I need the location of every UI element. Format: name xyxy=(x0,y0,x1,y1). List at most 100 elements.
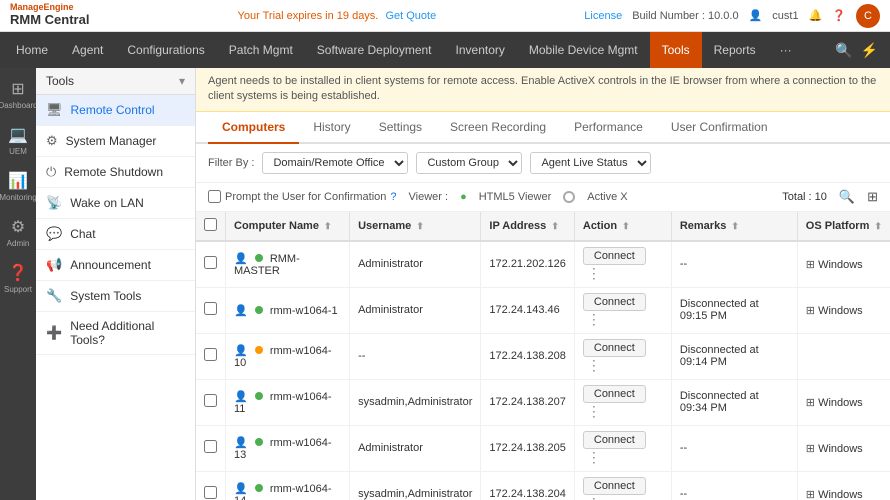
prompt-checkbox-label[interactable]: Prompt the User for Confirmation ? xyxy=(208,190,397,203)
connect-button-4[interactable]: Connect xyxy=(583,431,646,449)
connect-button-1[interactable]: Connect xyxy=(583,293,646,311)
bell-icon[interactable]: 🔔 xyxy=(809,9,823,22)
nav-search-icon[interactable]: 🔍 xyxy=(835,42,852,59)
nav-mobile-device-mgmt[interactable]: Mobile Device Mgmt xyxy=(517,32,650,68)
row-os-1: ⊞ Windows xyxy=(797,287,890,333)
nav-tools[interactable]: Tools xyxy=(650,32,702,68)
row-checkbox-0[interactable] xyxy=(204,256,217,269)
more-options-1[interactable]: ⋮ xyxy=(583,311,605,327)
tab-screen-recording[interactable]: Screen Recording xyxy=(436,112,560,144)
row-checkbox-1[interactable] xyxy=(204,302,217,315)
sort-computer-name[interactable]: ⬆ xyxy=(324,221,332,231)
row-os-4: ⊞ Windows xyxy=(797,425,890,471)
connect-button-0[interactable]: Connect xyxy=(583,247,646,265)
sort-ip[interactable]: ⬆ xyxy=(551,221,559,231)
system-manager-icon: ⚙ xyxy=(46,133,58,149)
sort-remarks[interactable]: ⬆ xyxy=(731,221,739,231)
row-checkbox-4[interactable] xyxy=(204,440,217,453)
nav-more[interactable]: ··· xyxy=(768,32,804,68)
nav-configurations[interactable]: Configurations xyxy=(115,32,216,68)
activex-label: Active X xyxy=(587,191,627,203)
row-action-0: Connect ⋮ xyxy=(574,241,671,288)
os-icon-3: ⊞ xyxy=(806,397,815,409)
html5-viewer-option[interactable]: HTML5 Viewer xyxy=(479,191,552,203)
prompt-help-icon[interactable]: ? xyxy=(390,191,396,203)
status-dot-3 xyxy=(255,392,263,400)
row-checkbox-cell xyxy=(196,333,226,379)
license-link[interactable]: License xyxy=(584,10,622,22)
custom-group-select[interactable]: Custom Group xyxy=(416,152,522,174)
connect-button-2[interactable]: Connect xyxy=(583,339,646,357)
tab-performance[interactable]: Performance xyxy=(560,112,657,144)
sidebar-item-support[interactable]: ❓ Support xyxy=(0,256,36,300)
row-computer-name: 👤 rmm-w1064-10 xyxy=(226,333,350,379)
domain-filter-select[interactable]: Domain/Remote Office xyxy=(262,152,408,174)
agent-status-select[interactable]: Agent Live Status xyxy=(530,152,651,174)
tool-remote-control[interactable]: 🖥 Remote Control xyxy=(36,95,195,126)
table-grid-icon[interactable]: ⊞ xyxy=(867,189,878,205)
more-options-5[interactable]: ⋮ xyxy=(583,495,605,500)
prompt-checkbox[interactable] xyxy=(208,190,221,203)
connect-button-5[interactable]: Connect xyxy=(583,477,646,495)
sort-os[interactable]: ⬆ xyxy=(874,221,882,231)
sidebar-item-admin[interactable]: ⚙ Admin xyxy=(0,210,36,254)
table-search-icon[interactable]: 🔍 xyxy=(839,189,855,205)
viewer-bar: Prompt the User for Confirmation ? Viewe… xyxy=(196,183,890,212)
activex-radio[interactable] xyxy=(563,191,575,203)
nav-agent[interactable]: Agent xyxy=(60,32,115,68)
user-icon-5: 👤 xyxy=(234,483,248,495)
row-computer-name: 👤 RMM-MASTER xyxy=(226,241,350,288)
th-os-platform: OS Platform ⬆ xyxy=(797,212,890,241)
row-ip-4: 172.24.138.205 xyxy=(481,425,574,471)
th-username: Username ⬆ xyxy=(350,212,481,241)
tool-remote-shutdown[interactable]: ⏻ Remote Shutdown xyxy=(36,157,195,188)
wake-on-lan-icon: 📡 xyxy=(46,195,62,211)
tab-computers[interactable]: Computers xyxy=(208,112,299,144)
more-options-2[interactable]: ⋮ xyxy=(583,357,605,373)
tool-wake-on-lan[interactable]: 📡 Wake on LAN xyxy=(36,188,195,219)
select-all-checkbox[interactable] xyxy=(204,218,217,231)
connect-button-3[interactable]: Connect xyxy=(583,385,646,403)
sidebar-item-uem[interactable]: 💻 UEM xyxy=(0,118,36,162)
nav-home[interactable]: Home xyxy=(4,32,60,68)
computer-name-label-5: rmm-w1064-14 xyxy=(234,483,332,500)
sidebar-item-monitoring[interactable]: 📊 Monitoring xyxy=(0,164,36,208)
get-quote-link[interactable]: Get Quote xyxy=(385,10,436,22)
row-checkbox-2[interactable] xyxy=(204,348,217,361)
sidebar-label-admin: Admin xyxy=(7,239,30,248)
nav-software-deployment[interactable]: Software Deployment xyxy=(305,32,444,68)
tool-announcement[interactable]: 📢 Announcement xyxy=(36,250,195,281)
table-row: 👤 rmm-w1064-14 sysadmin,Administrator 17… xyxy=(196,471,890,500)
tab-settings[interactable]: Settings xyxy=(365,112,436,144)
top-bar: ManageEngine RMM Central Your Trial expi… xyxy=(0,0,890,32)
tools-header: Tools ▾ xyxy=(36,68,195,95)
os-label-0: Windows xyxy=(818,259,863,271)
row-computer-name: 👤 rmm-w1064-1 xyxy=(226,287,350,333)
th-action: Action ⬆ xyxy=(574,212,671,241)
more-options-4[interactable]: ⋮ xyxy=(583,449,605,465)
tools-collapse-icon[interactable]: ▾ xyxy=(179,74,185,88)
tab-history[interactable]: History xyxy=(299,112,364,144)
row-checkbox-3[interactable] xyxy=(204,394,217,407)
tool-chat[interactable]: 💬 Chat xyxy=(36,219,195,250)
tool-need-additional[interactable]: ➕ Need Additional Tools? xyxy=(36,312,195,355)
nav-flash-icon[interactable]: ⚡ xyxy=(861,42,878,59)
tool-system-tools[interactable]: 🔧 System Tools xyxy=(36,281,195,312)
tab-user-confirmation[interactable]: User Confirmation xyxy=(657,112,782,144)
nav-patch-mgmt[interactable]: Patch Mgmt xyxy=(217,32,305,68)
more-options-0[interactable]: ⋮ xyxy=(583,265,605,281)
row-checkbox-5[interactable] xyxy=(204,486,217,499)
sidebar-item-dashboard[interactable]: ⊞ Dashboard xyxy=(0,72,36,116)
more-options-3[interactable]: ⋮ xyxy=(583,403,605,419)
nav-inventory[interactable]: Inventory xyxy=(444,32,517,68)
remote-shutdown-icon: ⏻ xyxy=(46,164,56,180)
nav-reports[interactable]: Reports xyxy=(702,32,768,68)
sort-action[interactable]: ⬆ xyxy=(622,221,630,231)
computer-name-label-4: rmm-w1064-13 xyxy=(234,437,332,461)
help-icon[interactable]: ❓ xyxy=(832,9,846,22)
tool-system-manager[interactable]: ⚙ System Manager xyxy=(36,126,195,157)
sidebar-label-monitoring: Monitoring xyxy=(0,193,37,202)
sort-username[interactable]: ⬆ xyxy=(416,221,424,231)
avatar-icon[interactable]: C xyxy=(856,4,880,28)
row-username-1: Administrator xyxy=(350,287,481,333)
